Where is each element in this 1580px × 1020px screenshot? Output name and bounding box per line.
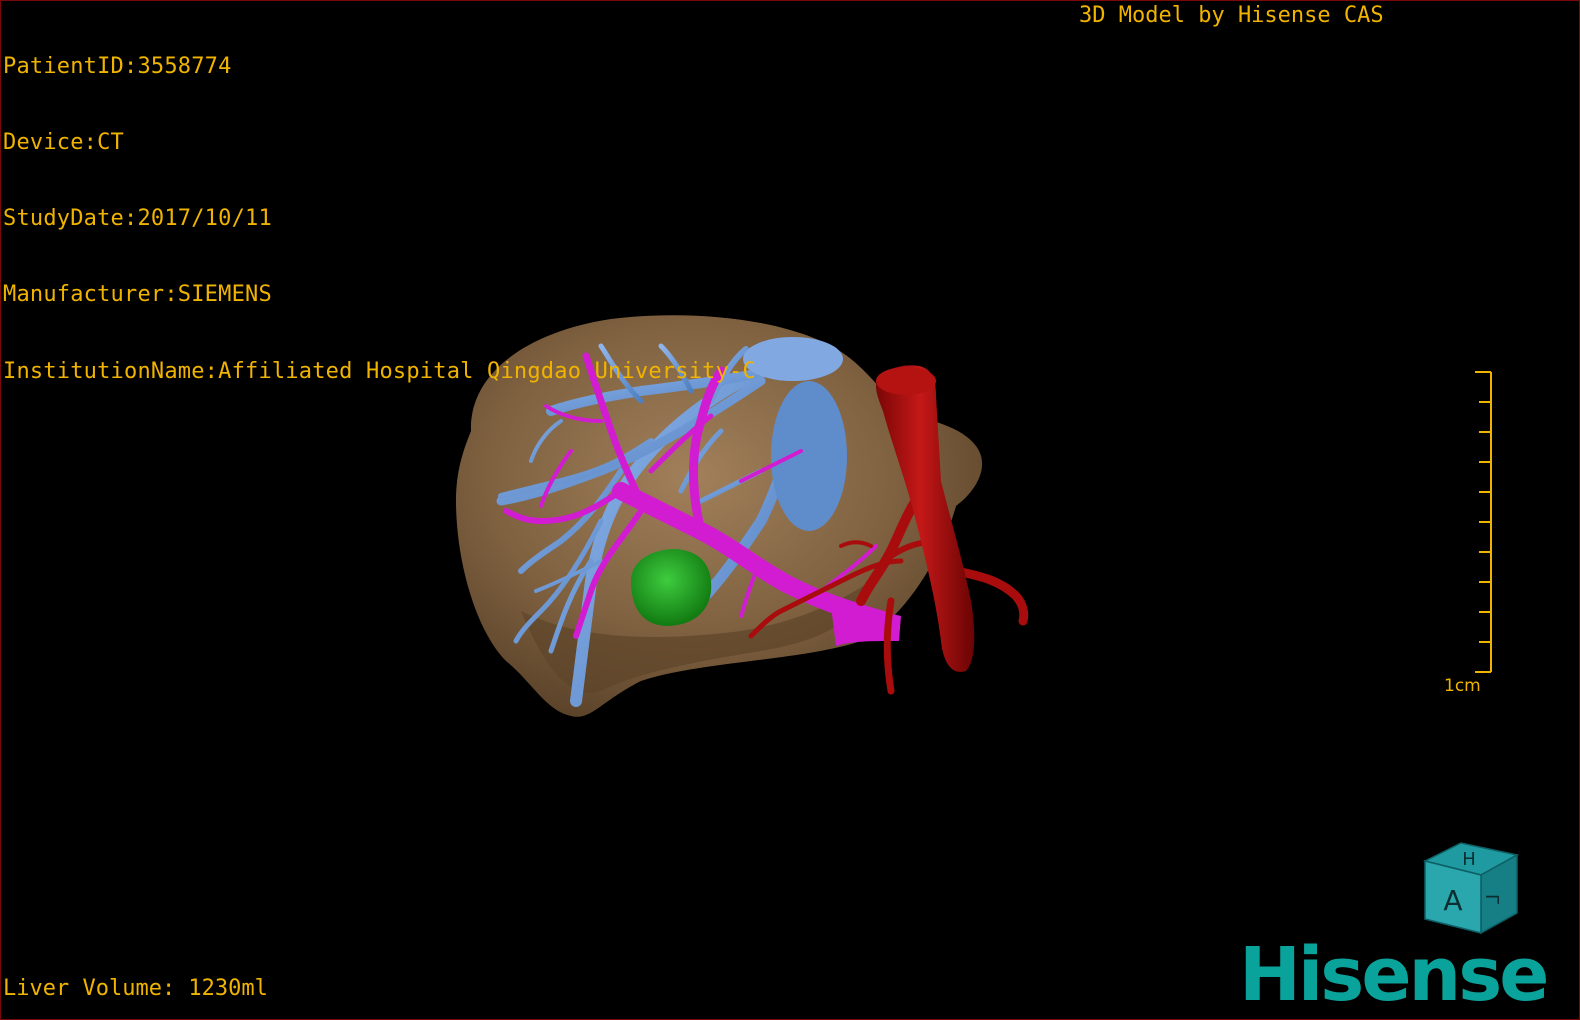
dicom-info-overlay: PatientID:3558774 Device:CT StudyDate:20… <box>3 3 756 435</box>
liver-volume: Liver Volume: 1230ml <box>3 976 268 1001</box>
device: Device:CT <box>3 130 125 156</box>
lesion <box>631 549 712 626</box>
ivc-upper <box>771 381 847 531</box>
cube-face-front: A <box>1443 884 1462 917</box>
orientation-cube-icon[interactable]: H A L <box>1419 839 1523 937</box>
scale-bar <box>1475 371 1492 673</box>
study-date: StudyDate:2017/10/11 <box>3 206 272 232</box>
scale-bar-label: 1cm <box>1444 676 1481 696</box>
3d-viewport[interactable]: PatientID:3558774 Device:CT StudyDate:20… <box>0 0 1580 1020</box>
patient-id: PatientID:3558774 <box>3 53 232 79</box>
aorta-cut-surface <box>876 367 936 395</box>
hepatic-vein-confluence <box>743 337 843 381</box>
manufacturer: Manufacturer:SIEMENS <box>3 282 272 308</box>
institution-name: InstitutionName:Affiliated Hospital Qing… <box>3 358 756 384</box>
cube-face-top: H <box>1462 849 1476 870</box>
model-credit: 3D Model by Hisense CAS <box>1079 3 1384 28</box>
cube-face-side: L <box>1483 894 1504 904</box>
hisense-logo: Hisense <box>1239 932 1549 1018</box>
